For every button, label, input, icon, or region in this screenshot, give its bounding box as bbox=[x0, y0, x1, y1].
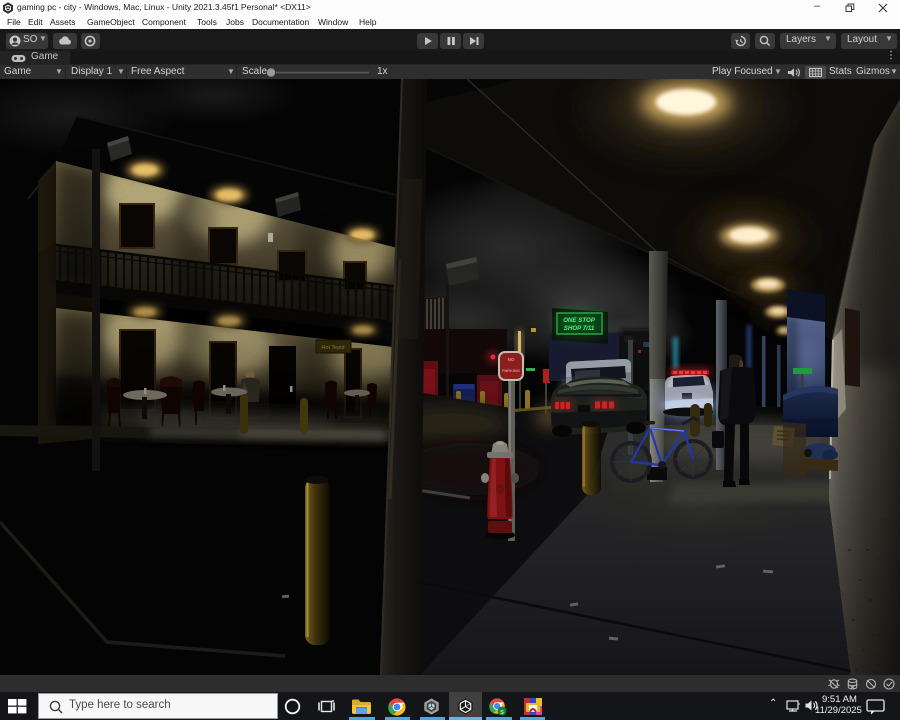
svg-text:PARKING: PARKING bbox=[502, 368, 520, 373]
svg-text:NO: NO bbox=[508, 357, 515, 362]
svg-text:SHOP 7/11: SHOP 7/11 bbox=[564, 325, 595, 332]
svg-text:ONE STOP: ONE STOP bbox=[563, 317, 596, 324]
svg-text:s: s bbox=[500, 707, 504, 716]
